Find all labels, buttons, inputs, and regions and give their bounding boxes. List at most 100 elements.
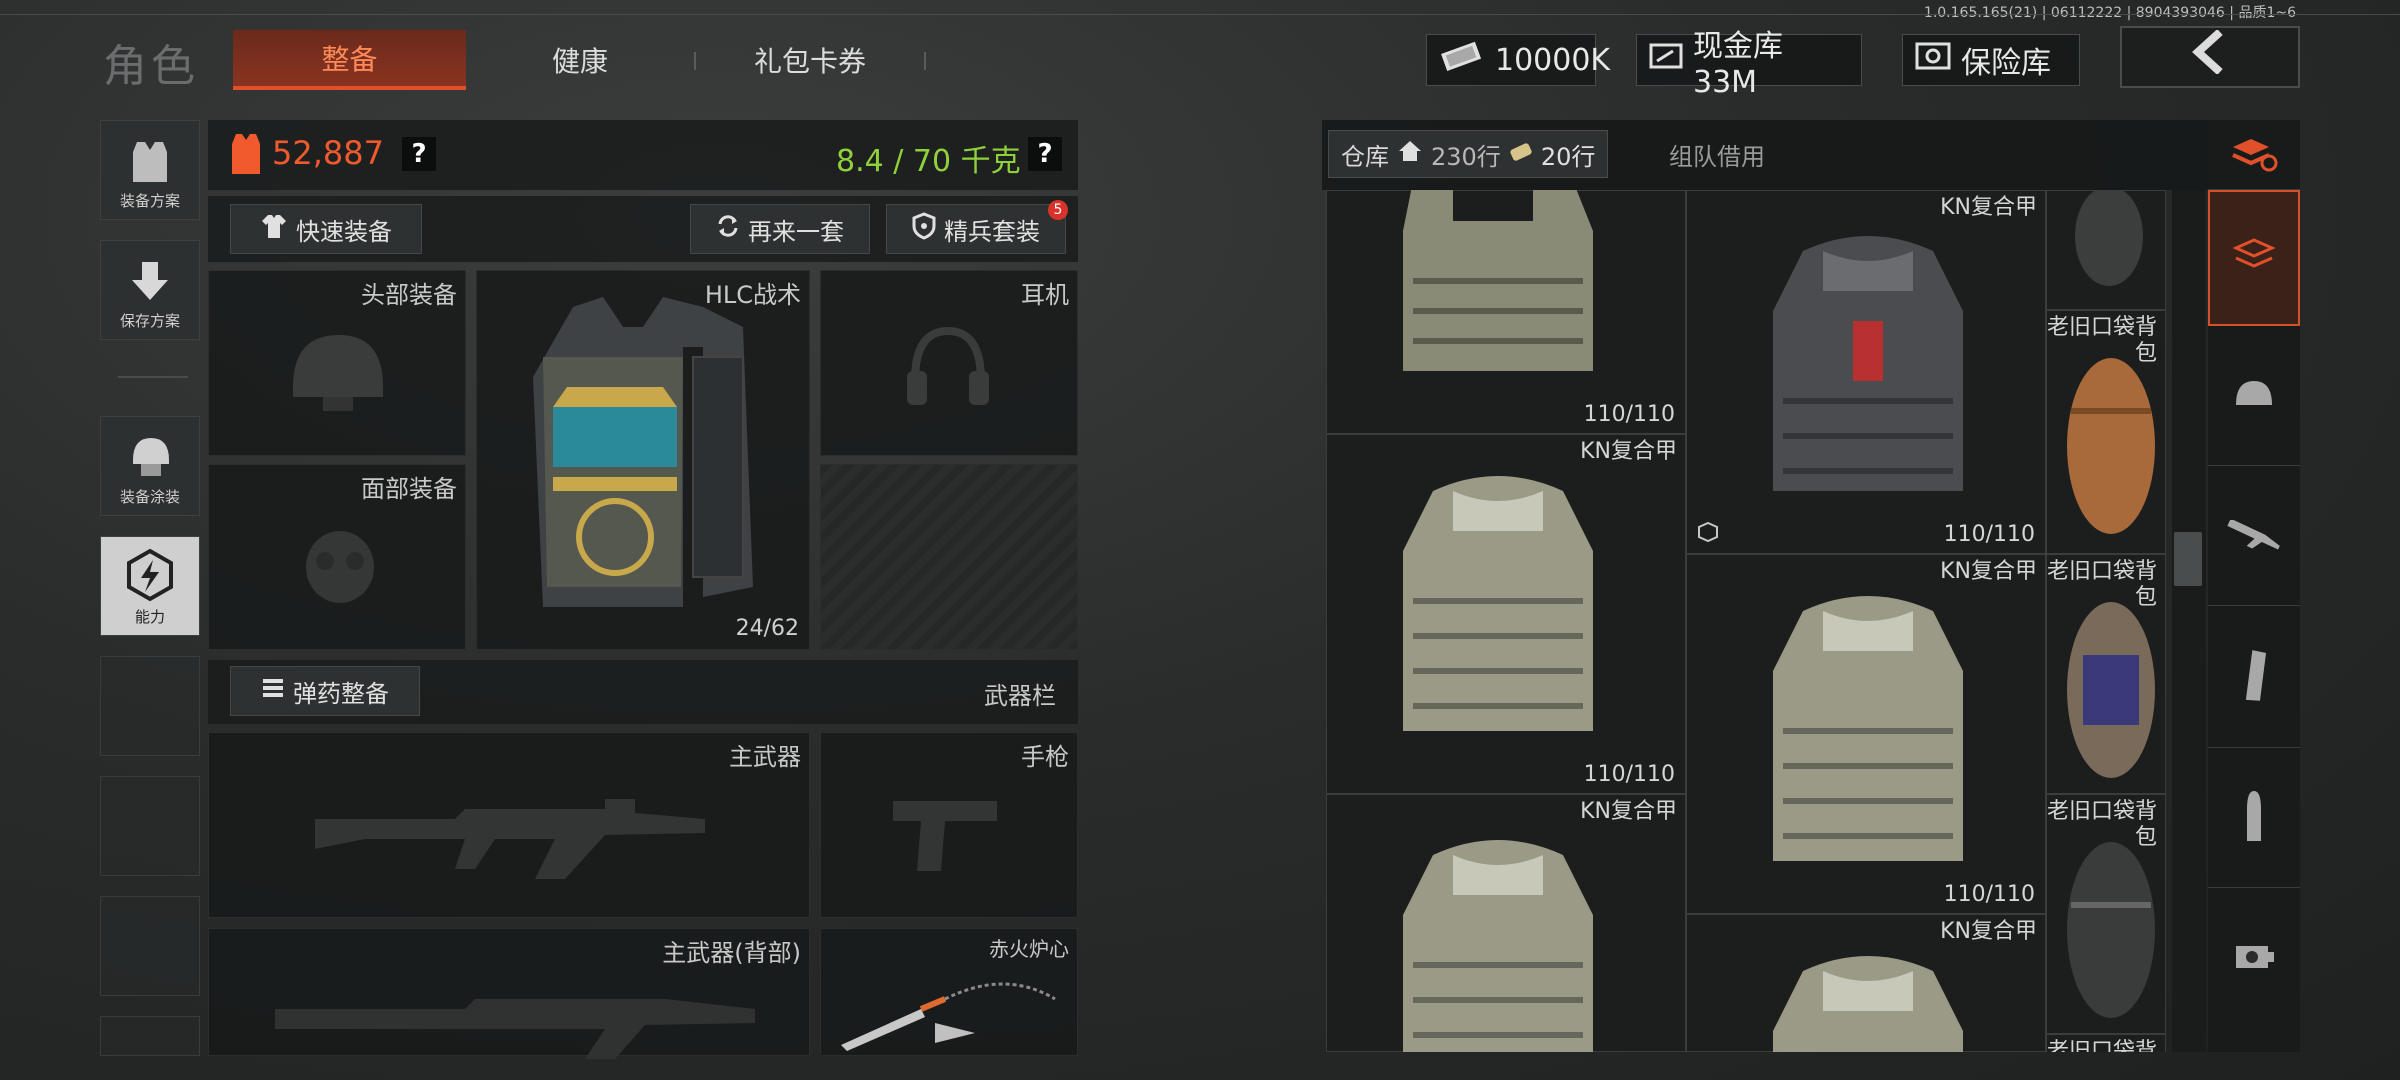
elite-set-label: 精兵套装	[944, 217, 1040, 246]
warehouse-scrollbar[interactable]	[2172, 190, 2206, 1052]
bag-icon	[2061, 595, 2161, 789]
category-stack[interactable]	[2208, 190, 2300, 326]
armor-vest-icon	[1393, 471, 1603, 755]
locked-slot	[820, 464, 1078, 650]
warehouse-item[interactable]: 老旧口袋背包	[2046, 310, 2166, 554]
layers-refresh-icon	[2229, 133, 2279, 177]
helmet-paint-icon	[125, 432, 175, 486]
sidebar-empty-slot	[100, 776, 200, 876]
quick-equip-button[interactable]: 快速装备	[230, 204, 422, 254]
warehouse-item[interactable]: 110/110	[1326, 190, 1686, 434]
elite-set-badge: 5	[1048, 200, 1068, 220]
version-info: 1.0.165.165(21) | 06112222 | 8904393046 …	[1923, 5, 2296, 21]
ammo-loadout-button[interactable]: 弹药整备	[230, 666, 420, 716]
item-name: 老旧口袋背	[2047, 1039, 2158, 1052]
sidebar-item-save[interactable]: 保存方案	[100, 240, 200, 340]
helmet-placeholder-icon	[283, 327, 393, 421]
category-all[interactable]	[2208, 120, 2300, 190]
item-durability: 110/110	[1943, 882, 2035, 907]
armor-vest-dark-icon	[1763, 231, 1973, 515]
sidebar-item-loadout[interactable]: 装备方案	[100, 120, 200, 220]
scrollbar-thumb[interactable]	[2174, 532, 2202, 586]
warehouse-item[interactable]: KN复合甲	[1686, 914, 2046, 1052]
ear-slot[interactable]: 耳机	[820, 270, 1078, 456]
category-helmet[interactable]	[2208, 328, 2300, 466]
melee-slot[interactable]: 赤火炉心	[820, 928, 1078, 1056]
category-magazine[interactable]	[2208, 608, 2300, 748]
page-title: 角色	[103, 41, 199, 92]
weight-help-button[interactable]: ?	[1028, 137, 1062, 171]
tab-gift-cards[interactable]: 礼包卡券	[710, 30, 910, 90]
primary-weapon-label: 主武器	[729, 743, 801, 771]
armor-vest-icon	[1393, 190, 1603, 395]
headset-placeholder-icon	[903, 321, 993, 425]
item-name: KN复合甲	[1580, 799, 1677, 824]
category-attachment[interactable]	[2208, 888, 2300, 1028]
back-weapon-label: 主武器(背部)	[662, 939, 801, 967]
warehouse-item[interactable]: 老旧口袋背包	[2046, 794, 2166, 1034]
gold-plate-carrier-icon	[503, 287, 763, 621]
sidebar-item-paint[interactable]: 装备涂装	[100, 416, 200, 516]
warehouse-tab-label: 仓库	[1341, 142, 1389, 171]
weapon-bar-label: 武器栏	[984, 682, 1056, 710]
primary-weapon-slot[interactable]: 主武器	[208, 732, 810, 918]
face-slot[interactable]: 面部装备	[208, 464, 466, 650]
tab-health[interactable]: 健康	[480, 30, 680, 90]
armor-vest-icon	[1763, 951, 1973, 1052]
armor-durability: 24/62	[735, 616, 799, 641]
back-button[interactable]	[2120, 26, 2300, 88]
back-weapon-slot[interactable]: 主武器(背部)	[208, 928, 810, 1059]
tab-team-borrow[interactable]: 组队借用	[1640, 130, 1794, 178]
another-set-label: 再来一套	[748, 217, 844, 246]
warehouse-item[interactable]: KN复合甲 110/110	[1686, 554, 2046, 914]
lightning-hex-icon	[123, 548, 177, 606]
currency-amount: 10000K	[1495, 42, 1611, 78]
warehouse-rows: 230行	[1431, 142, 1501, 171]
cash-vault-button[interactable]: 现金库 33M	[1636, 29, 1862, 100]
warehouse-item[interactable]: KN复合甲 110/110	[1686, 190, 2046, 554]
carry-weight: 8.4 / 70 千克	[836, 144, 1021, 179]
category-ammo[interactable]	[2208, 748, 2300, 888]
face-slot-label: 面部装备	[361, 475, 457, 503]
ammo-stack-icon	[261, 676, 285, 706]
sidebar-item-label: 保存方案	[119, 312, 180, 330]
rifle-icon	[2224, 518, 2284, 554]
armor-vest-icon	[1763, 591, 1973, 885]
gasmask-placeholder-icon	[295, 525, 385, 619]
chevron-left-icon	[2190, 27, 2230, 87]
tab-equip[interactable]: 整备	[233, 30, 466, 90]
another-set-button[interactable]: 再来一套	[690, 204, 870, 254]
home-icon	[1397, 139, 1423, 169]
bag-icon	[2061, 835, 2161, 1029]
currency-display[interactable]: 10000K	[1426, 34, 1610, 86]
download-icon	[128, 260, 172, 310]
melee-slot-label: 赤火炉心	[989, 937, 1069, 961]
pistol-slot[interactable]: 手枪	[820, 732, 1078, 918]
warehouse-item[interactable]	[2046, 190, 2166, 310]
safe-vault-button[interactable]: 保险库	[1902, 34, 2080, 86]
melee-weapon-icon	[835, 969, 1065, 1057]
armor-slot[interactable]: HLC战术 24/62	[476, 270, 810, 650]
vest-icon	[125, 136, 175, 190]
sidebar-item-label: 装备方案	[119, 192, 180, 210]
tab-warehouse[interactable]: 仓库 230行 20行	[1328, 130, 1609, 178]
head-slot[interactable]: 头部装备	[208, 270, 466, 456]
warehouse-item[interactable]: KN复合甲 110/110	[1326, 434, 1686, 794]
refresh-icon	[716, 214, 740, 244]
cash-vault-label: 现金库 33M	[1693, 28, 1783, 100]
category-rifle[interactable]	[2208, 468, 2300, 606]
sidebar-item-label: 能力	[134, 608, 165, 626]
quick-equip-label: 快速装备	[296, 217, 392, 246]
warehouse-item[interactable]: KN复合甲	[1326, 794, 1686, 1052]
warehouse-item[interactable]: 老旧口袋背包	[2046, 554, 2166, 794]
sidebar-item-ability[interactable]: 能力	[100, 536, 200, 636]
item-durability: 110/110	[1583, 402, 1675, 427]
value-help-button[interactable]: ?	[402, 137, 436, 171]
warehouse-item[interactable]: 老旧口袋背	[2046, 1034, 2166, 1052]
item-name: KN复合甲	[1940, 195, 2037, 220]
ammo-loadout-label: 弹药整备	[293, 679, 389, 708]
elite-set-button[interactable]: 精兵套装	[886, 204, 1066, 254]
ear-slot-label: 耳机	[1021, 281, 1069, 309]
safe-vault-label: 保险库	[1961, 46, 2051, 81]
tab-divider	[694, 52, 696, 70]
